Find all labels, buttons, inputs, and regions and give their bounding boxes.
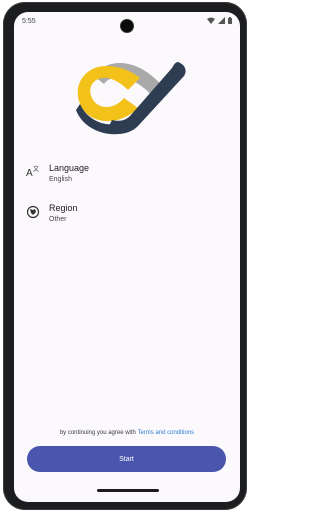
globe-icon: [26, 205, 40, 219]
region-setting[interactable]: Region Other: [26, 202, 78, 226]
consent-text: by continuing you agree with: [59, 430, 138, 436]
language-label: Language: [49, 163, 90, 173]
language-setting[interactable]: A 文 Language English: [26, 162, 89, 186]
terms-link[interactable]: Terms and conditions: [137, 430, 194, 436]
app-logo: [76, 62, 186, 135]
battery-icon: [228, 17, 232, 24]
svg-text:A: A: [26, 168, 33, 179]
language-value: English: [49, 176, 72, 183]
translate-icon: A 文: [26, 165, 39, 179]
region-value: Other: [49, 216, 67, 223]
app-screen: 5:55 A 文 Language English Region Other b…: [14, 12, 240, 502]
svg-text:文: 文: [33, 165, 39, 173]
status-icons: [207, 17, 232, 24]
wifi-icon: [207, 17, 215, 24]
status-bar: 5:55: [14, 12, 240, 33]
status-time: 5:55: [22, 18, 36, 25]
home-indicator: [97, 489, 159, 492]
front-camera: [120, 19, 134, 33]
phone-frame: 5:55 A 文 Language English Region Other b…: [3, 2, 247, 510]
start-button[interactable]: Start: [27, 446, 226, 472]
region-label: Region: [49, 203, 78, 213]
terms-consent: by continuing you agree with Terms and c…: [14, 430, 240, 436]
signal-icon: [218, 17, 225, 24]
